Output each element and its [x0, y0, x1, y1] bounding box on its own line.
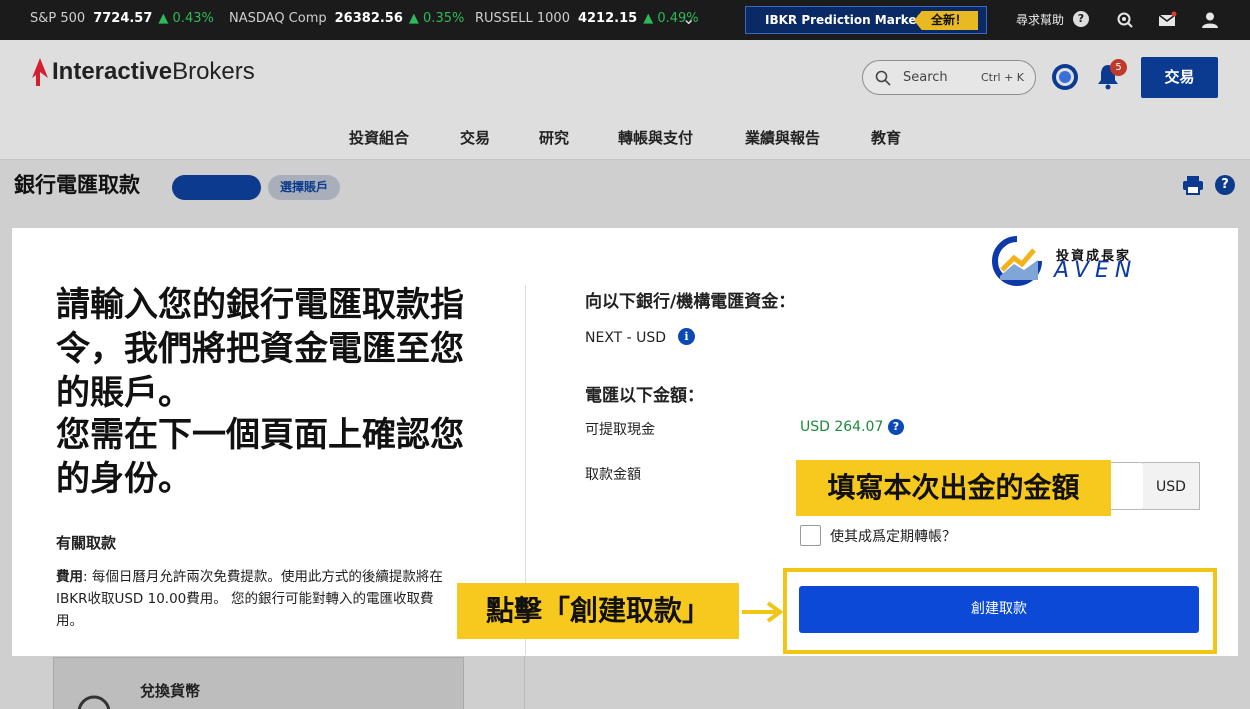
ticker-name: S&P 500	[30, 11, 86, 26]
ticker-bar: S&P 500 7724.57 ▲ 0.43% NASDAQ Comp 26382.5…	[0, 0, 1250, 40]
available-cash-label: 可提取現金	[585, 422, 655, 438]
search-icon	[875, 70, 891, 86]
click-callout: 點擊「創建取款」	[457, 583, 739, 639]
nav-performance[interactable]: 業績與報告	[745, 127, 820, 148]
promo-label: IBKR Prediction Markets	[765, 13, 930, 27]
search-placeholder: Search	[903, 70, 948, 85]
nav-portfolio[interactable]: 投資組合	[349, 127, 409, 148]
available-cash-value: USD 264.07	[800, 419, 884, 435]
help-icon[interactable]: ?	[1215, 175, 1235, 195]
notification-badge: 5	[1110, 59, 1127, 76]
question-icon[interactable]: ?	[1073, 11, 1089, 27]
destination-heading: 向以下銀行/機構電匯資金：	[585, 292, 796, 312]
amount-heading: 電匯以下金額：	[585, 386, 704, 406]
ticker-name: NASDAQ Comp	[229, 11, 327, 26]
ticker-value: 4212.15	[577, 11, 638, 26]
logo-bold: Interactive	[52, 58, 173, 85]
fee-description: : 每個日曆月允許兩次免費提款。使用此方式的後續提款將在IBKR收取USD 10…	[56, 569, 443, 629]
assistant-icon[interactable]	[1050, 62, 1080, 92]
about-withdrawal-heading: 有關取款	[56, 534, 117, 552]
ticker-change: ▲ 0.35%	[408, 11, 465, 26]
logo-rest: Brokers	[172, 58, 255, 85]
nav-research[interactable]: 研究	[539, 127, 569, 148]
search-shortcut: Ctrl + K	[981, 71, 1024, 84]
identity-heading: 您需在下一個頁面上確認您的身份。	[56, 415, 464, 499]
exchange-icon	[77, 695, 111, 709]
info-icon[interactable]: i	[678, 328, 695, 345]
instruction-heading: 請輸入您的銀行電匯取款指令，我們將把資金電匯至您的賬戶。	[56, 285, 464, 413]
mail-icon[interactable]	[1157, 10, 1177, 30]
logo[interactable]: InteractiveBrokers	[52, 58, 255, 86]
fee-label: 費用	[56, 569, 83, 585]
watermark-logo-icon	[992, 236, 1042, 286]
account-pill[interactable]	[172, 175, 261, 200]
exchange-currency-label: 兌換貨幣	[140, 682, 201, 700]
promo-banner[interactable]: IBKR Prediction Markets 全新！	[745, 6, 987, 34]
nav-transfer[interactable]: 轉帳與支付	[618, 127, 693, 148]
ticker-sp500[interactable]: S&P 500 7724.57 ▲ 0.43%	[30, 11, 214, 26]
watermark-brand: AVEN	[1054, 258, 1138, 283]
help-link[interactable]: 尋求幫助	[1016, 11, 1064, 28]
fee-text: 費用: 每個日曆月允許兩次免費提款。使用此方式的後續提款將在IBKR收取USD …	[56, 566, 460, 634]
ticker-value: 7724.57	[93, 11, 153, 26]
amount-callout: 填寫本次出金的金額	[796, 460, 1111, 516]
withdrawal-amount-label: 取款金額	[585, 467, 641, 483]
chat-search-icon[interactable]	[1115, 10, 1135, 30]
highlight-box	[783, 568, 1217, 654]
ib-logo-icon	[32, 58, 48, 86]
ticker-russell[interactable]: RUSSELL 1000 4212.15 ▲ 0.49%	[475, 11, 699, 26]
currency-suffix: USD	[1143, 462, 1200, 510]
ticker-name: RUSSELL 1000	[475, 11, 570, 26]
print-icon[interactable]	[1182, 175, 1204, 195]
new-badge: 全新！	[914, 11, 978, 30]
bank-name: NEXT - USD	[585, 330, 667, 346]
trade-button[interactable]: 交易	[1141, 57, 1218, 98]
ticker-change: ▲ 0.43%	[158, 11, 214, 26]
page-title: 銀行電匯取款	[14, 173, 140, 197]
arrow-right-icon	[742, 601, 784, 623]
select-account-button[interactable]: 選擇賬戶	[268, 175, 340, 200]
nav-education[interactable]: 教育	[871, 127, 901, 148]
search-input[interactable]: Search Ctrl + K	[862, 60, 1036, 95]
user-icon[interactable]	[1200, 10, 1220, 30]
recurring-checkbox[interactable]	[800, 525, 821, 546]
ticker-nasdaq[interactable]: NASDAQ Comp 26382.56 ▲ 0.35%	[229, 11, 464, 26]
chevron-down-icon[interactable]: ⌄	[682, 9, 695, 28]
question-icon[interactable]: ?	[888, 419, 904, 435]
exchange-currency-card[interactable]	[53, 657, 464, 709]
nav-trade[interactable]: 交易	[460, 127, 490, 148]
lower-right-panel	[524, 656, 1250, 709]
recurring-label[interactable]: 使其成爲定期轉帳？	[830, 526, 956, 546]
ticker-value: 26382.56	[334, 11, 403, 26]
